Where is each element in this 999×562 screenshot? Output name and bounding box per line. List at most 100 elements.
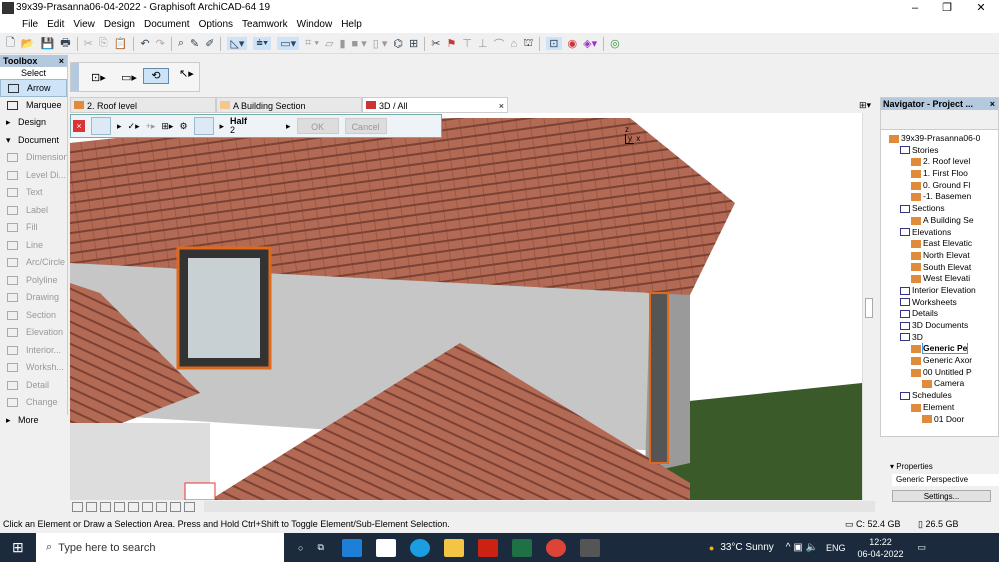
layer-icon[interactable]: ▭▾ — [277, 37, 300, 50]
menu-teamwork[interactable]: Teamwork — [242, 19, 288, 30]
navigator-item[interactable]: 3D — [881, 332, 998, 344]
navigator-item[interactable]: North Elevat — [881, 250, 998, 262]
navigator-close-button[interactable]: × — [990, 98, 995, 110]
offset-icon[interactable]: +▸ — [146, 121, 156, 132]
elevation-icon[interactable]: ⌬ — [393, 37, 403, 50]
tab-building-section[interactable]: A Building Section — [216, 97, 362, 113]
tool-drawing[interactable]: Drawing — [0, 289, 67, 307]
cancel-button[interactable]: Cancel — [344, 118, 387, 134]
snap-value[interactable]: Half 2 — [230, 117, 280, 135]
tool-worksh[interactable]: Worksh... — [0, 359, 67, 377]
house-icon[interactable]: ⌂ — [511, 38, 518, 50]
new-icon[interactable]: 🗋 — [6, 34, 15, 53]
zoom-out-icon[interactable] — [128, 501, 139, 512]
close-palette-button[interactable]: × — [73, 120, 85, 132]
grid-icon[interactable]: ⌗ ▾ — [305, 37, 319, 50]
ok-button[interactable]: OK — [296, 118, 339, 134]
tool-arccircle[interactable]: Arc/Circle — [0, 254, 67, 272]
transform-icon[interactable]: ⊞▸ — [161, 121, 173, 132]
dropdown-arrow[interactable]: ▸ — [117, 121, 122, 132]
navigator-item[interactable]: -1. Basemen — [881, 191, 998, 203]
menu-view[interactable]: View — [73, 19, 95, 30]
walk-icon[interactable] — [170, 501, 181, 512]
undo-icon[interactable]: ↶ — [140, 37, 149, 50]
properties-header[interactable]: ▾ Properties — [880, 460, 999, 474]
weather-text[interactable]: 33°C Sunny — [720, 542, 773, 553]
orbit-icon[interactable] — [156, 501, 167, 512]
info-box-handle[interactable] — [71, 63, 79, 91]
excel-app-icon[interactable] — [511, 538, 532, 557]
pan-icon[interactable] — [142, 501, 153, 512]
navigator-item[interactable]: 01 Door — [881, 414, 998, 426]
3d-viewport[interactable]: zy x — [70, 113, 862, 500]
tool-marquee[interactable]: Marquee — [0, 97, 67, 115]
horizontal-scrollbar[interactable] — [204, 501, 875, 512]
toolbox-close-button[interactable]: × — [59, 55, 64, 67]
paste-icon[interactable]: 📋 — [114, 37, 128, 50]
maximize-button[interactable]: ❐ — [932, 0, 962, 16]
rotated-rectangle-icon[interactable]: ⟲ — [143, 68, 169, 84]
redo-icon[interactable]: ↷ — [156, 37, 165, 50]
archicad-app-icon[interactable] — [579, 538, 600, 557]
tool-dimension[interactable]: Dimension — [0, 149, 67, 167]
notifications-icon[interactable]: ▭ — [918, 542, 927, 553]
navigator-item[interactable]: 0. Ground Fl — [881, 180, 998, 192]
roof-icon[interactable]: ⛫ — [523, 37, 533, 51]
minimize-button[interactable]: – — [900, 0, 930, 16]
slab-icon[interactable]: ▱ — [325, 37, 333, 50]
tool-section[interactable]: Section — [0, 307, 67, 325]
menu-design[interactable]: Design — [104, 19, 135, 30]
zoom-window-icon[interactable] — [100, 501, 111, 512]
menu-help[interactable]: Help — [341, 19, 362, 30]
menu-options[interactable]: Options — [199, 19, 233, 30]
3d-window-icon[interactable]: ⊡ — [546, 37, 562, 50]
selection-method-icon[interactable]: ⊡▸ — [91, 71, 106, 84]
arrow-tool-icon[interactable]: ↖▸ — [179, 67, 194, 80]
rectangle-icon[interactable]: ▭▸ — [121, 71, 137, 84]
tool-change[interactable]: Change — [0, 394, 67, 412]
tab-3d-all[interactable]: 3D / All × — [362, 97, 508, 113]
cut-icon[interactable]: ✂ — [84, 37, 93, 50]
tool-interior[interactable]: Interior... — [0, 342, 67, 360]
check-icon[interactable]: ✓▸ — [128, 121, 140, 132]
print-icon[interactable]: 🖶 — [60, 34, 70, 53]
split-icon[interactable]: ⊤ — [462, 37, 472, 50]
explode-icon[interactable]: ⚑ — [446, 37, 456, 50]
navigator-item[interactable]: Interior Elevation — [881, 285, 998, 297]
clock[interactable]: 12:22 06-04-2022 — [857, 536, 903, 560]
navigator-item[interactable]: Generic Axor — [881, 355, 998, 367]
tool-label[interactable]: Label — [0, 202, 67, 220]
task-view-icon[interactable]: ⧉ — [317, 542, 323, 553]
vertical-scrollbar[interactable] — [862, 113, 875, 500]
tool-more[interactable]: ▸ More — [0, 412, 67, 430]
tool-line[interactable]: Line — [0, 237, 67, 255]
curve-icon[interactable]: ⌒ — [494, 36, 505, 52]
tool-arrow[interactable]: Arrow — [0, 79, 67, 97]
gravity-icon[interactable]: ⩧▾ — [253, 37, 272, 50]
navigator-item[interactable]: Element — [881, 402, 998, 414]
menu-file[interactable]: File — [22, 19, 38, 30]
zoom-fit-icon[interactable] — [72, 501, 83, 512]
tool-leveldi[interactable]: Level Di... — [0, 167, 67, 185]
tab-list-button[interactable]: ⊞▾ — [508, 97, 875, 113]
magic-wand-icon[interactable]: ⚙ — [179, 121, 187, 132]
windows-start-icon[interactable]: ⊞ — [12, 539, 24, 556]
find-select-icon[interactable]: ⌕ — [178, 37, 184, 50]
tool-text[interactable]: Text — [0, 184, 67, 202]
navigator-item[interactable]: West Elevati — [881, 273, 998, 285]
navigator-item[interactable]: Camera — [881, 378, 998, 390]
zoom-icon[interactable] — [86, 501, 97, 512]
mail-app-icon[interactable] — [341, 538, 362, 557]
close-button[interactable]: ✕ — [966, 0, 996, 16]
tool-design[interactable]: ▸ Design — [0, 114, 67, 132]
language-indicator[interactable]: ENG — [826, 543, 846, 553]
dropdown-arrow[interactable]: ▸ — [220, 121, 225, 132]
navigator-item[interactable]: 3D Documents — [881, 320, 998, 332]
navigator-item[interactable]: South Elevat — [881, 262, 998, 274]
taskbar-search[interactable]: ⌕ Type here to search — [36, 533, 284, 562]
cineware-icon[interactable]: ◎ — [610, 37, 620, 50]
align-icon[interactable]: ⊥ — [478, 37, 488, 50]
tray-icons[interactable]: ^ ▣ 🔈 — [786, 542, 818, 553]
navigator-item[interactable]: 1. First Floo — [881, 168, 998, 180]
cortana-icon[interactable]: ○ — [298, 543, 303, 553]
